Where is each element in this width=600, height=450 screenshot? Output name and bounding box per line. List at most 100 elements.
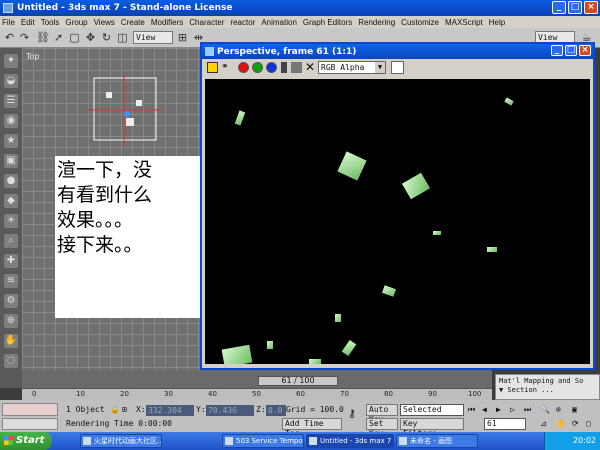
select-region-icon[interactable]: ▢ (68, 31, 81, 44)
zoom-all-icon[interactable]: ⊕ (556, 404, 561, 416)
material-rollout[interactable]: Mat'l Mapping and So ▼ Section ... (495, 374, 600, 400)
pan-icon[interactable]: ✋ (4, 334, 18, 348)
systems-icon[interactable]: ⚙ (4, 294, 18, 308)
utilities-icon[interactable]: ▣ (4, 154, 18, 168)
menu-modifiers[interactable]: Modifiers (151, 18, 183, 27)
x-coord-field[interactable]: 332.304 (146, 405, 194, 416)
add-time-tag-button[interactable]: Add Time Tag (282, 418, 342, 438)
geometry-icon[interactable]: ● (4, 174, 18, 188)
menu-reactor[interactable]: reactor (230, 18, 255, 27)
display-icon[interactable]: ★ (4, 134, 18, 148)
create-icon[interactable]: ✦ (4, 54, 18, 68)
clear-icon[interactable] (291, 62, 302, 73)
link-icon[interactable]: ⛓ (36, 31, 50, 44)
render-window-title-bar[interactable]: Perspective, frame 61 (1:1) _ □ × (202, 44, 593, 59)
close-button[interactable]: × (584, 1, 598, 14)
maxscript-listener-mini[interactable] (2, 403, 58, 416)
taskbar-item[interactable]: 火星时代动画大社区... (80, 434, 162, 448)
maxscript-listener-mini-2[interactable] (2, 418, 58, 430)
set-key-button[interactable]: Set Key (366, 418, 398, 438)
render-frame-window[interactable]: Perspective, frame 61 (1:1) _ □ × ⚭ ✕ RG… (200, 42, 595, 370)
render-close-button[interactable]: × (579, 45, 591, 56)
z-coord-field[interactable]: 0.0 (266, 405, 286, 416)
color-swatch[interactable] (391, 61, 404, 74)
clock[interactable]: 20:02 (573, 436, 596, 445)
key-mode-select[interactable]: Selected (400, 404, 464, 416)
lock-icon[interactable]: 🔒 (110, 404, 120, 416)
render-window-controls: _ □ × (551, 45, 591, 56)
menu-maxscript[interactable]: MAXScript (445, 18, 483, 27)
particle-leaf (267, 341, 273, 349)
maximize-button[interactable]: □ (568, 1, 582, 14)
zoom-icon[interactable]: ⊕ (4, 314, 18, 328)
red-channel-toggle[interactable] (238, 62, 249, 73)
goto-end-icon[interactable]: ⏭ (524, 404, 531, 416)
hierarchy-icon[interactable]: ☰ (4, 94, 18, 108)
taskbar-item[interactable]: 未命名 - 画图 (396, 434, 478, 448)
minimize-button[interactable]: _ (552, 1, 566, 14)
menu-file[interactable]: File (2, 18, 15, 27)
auto-key-button[interactable]: Auto Key (366, 404, 398, 424)
motion-icon[interactable]: ◉ (4, 114, 18, 128)
select-icon[interactable]: ➚ (52, 31, 65, 44)
key-filters-button[interactable]: Key Filters... (400, 418, 464, 438)
close-x-icon[interactable]: ✕ (305, 61, 316, 73)
pivot-icon[interactable]: ⊞ (176, 31, 189, 44)
field-of-view-icon[interactable]: ⊿ (540, 418, 547, 430)
menu-tools[interactable]: Tools (41, 18, 60, 27)
orbit-icon[interactable]: ◌ (4, 354, 18, 368)
blue-channel-toggle[interactable] (266, 62, 277, 73)
mono-icon[interactable] (281, 62, 287, 73)
menu-help[interactable]: Help (489, 18, 505, 27)
redo-icon[interactable]: ↷ (18, 31, 31, 44)
menu-animation[interactable]: Animation (261, 18, 297, 27)
goto-start-icon[interactable]: ⏮ (468, 404, 475, 416)
system-tray: 20:02 (544, 432, 600, 450)
start-label: Start (16, 435, 45, 446)
shapes-icon[interactable]: ◆ (4, 194, 18, 208)
start-button[interactable]: Start (0, 432, 52, 450)
menu-rendering[interactable]: Rendering (358, 18, 395, 27)
render-minimize-button[interactable]: _ (551, 45, 563, 56)
taskbar-item[interactable]: Untitled - 3ds max 7 -... (306, 434, 394, 448)
menu-graph-editors[interactable]: Graph Editors (303, 18, 352, 27)
particle-marker (136, 100, 142, 106)
helpers-icon[interactable]: ✚ (4, 254, 18, 268)
next-frame-icon[interactable]: ▷ (510, 404, 515, 416)
modify-icon[interactable]: ◒ (4, 74, 18, 88)
channel-select[interactable]: RGB Alpha ▼ (318, 61, 386, 74)
current-frame-field[interactable]: 61 (484, 418, 526, 430)
time-slider-track[interactable] (22, 370, 492, 388)
menu-edit[interactable]: Edit (21, 18, 35, 27)
lights-icon[interactable]: ☀ (4, 214, 18, 228)
reference-coord-select[interactable]: View (133, 31, 173, 44)
prev-frame-icon[interactable]: ◀ (482, 404, 487, 416)
menu-views[interactable]: Views (94, 18, 115, 27)
move-icon[interactable]: ✥ (84, 31, 97, 44)
arc-rotate-icon[interactable]: ⟳ (572, 418, 579, 430)
menu-customize[interactable]: Customize (401, 18, 439, 27)
menu-group[interactable]: Group (65, 18, 87, 27)
zoom-extents-icon[interactable]: ▣ (572, 404, 577, 416)
undo-icon[interactable]: ↶ (3, 31, 16, 44)
save-bitmap-icon[interactable] (207, 62, 218, 73)
rotate-icon[interactable]: ↻ (100, 31, 113, 44)
pan-view-icon[interactable]: ✋ (556, 418, 566, 430)
menu-character[interactable]: Character (189, 18, 224, 27)
track-bar[interactable]: 0 10 20 30 40 50 60 70 80 90 100 (22, 388, 492, 400)
y-coord-field[interactable]: 70.436 (206, 405, 254, 416)
transform-mode-icon[interactable]: ⊞ (122, 404, 127, 416)
zoom-viewport-icon[interactable]: 🔍 (540, 404, 550, 416)
render-maximize-button[interactable]: □ (565, 45, 577, 56)
green-channel-toggle[interactable] (252, 62, 263, 73)
menu-create[interactable]: Create (121, 18, 145, 27)
play-icon[interactable]: ▶ (496, 404, 501, 416)
spacewarps-icon[interactable]: ≋ (4, 274, 18, 288)
windows-logo-icon (4, 436, 13, 445)
maximize-viewport-icon[interactable]: ▢ (586, 418, 591, 430)
clone-icon[interactable]: ⚭ (221, 62, 232, 73)
cameras-icon[interactable]: ⌕ (4, 234, 18, 248)
time-slider[interactable]: 61 / 100 (258, 376, 338, 386)
taskbar-item[interactable]: 503 Service Temporari... (222, 434, 304, 448)
scale-icon[interactable]: ◫ (116, 31, 129, 44)
